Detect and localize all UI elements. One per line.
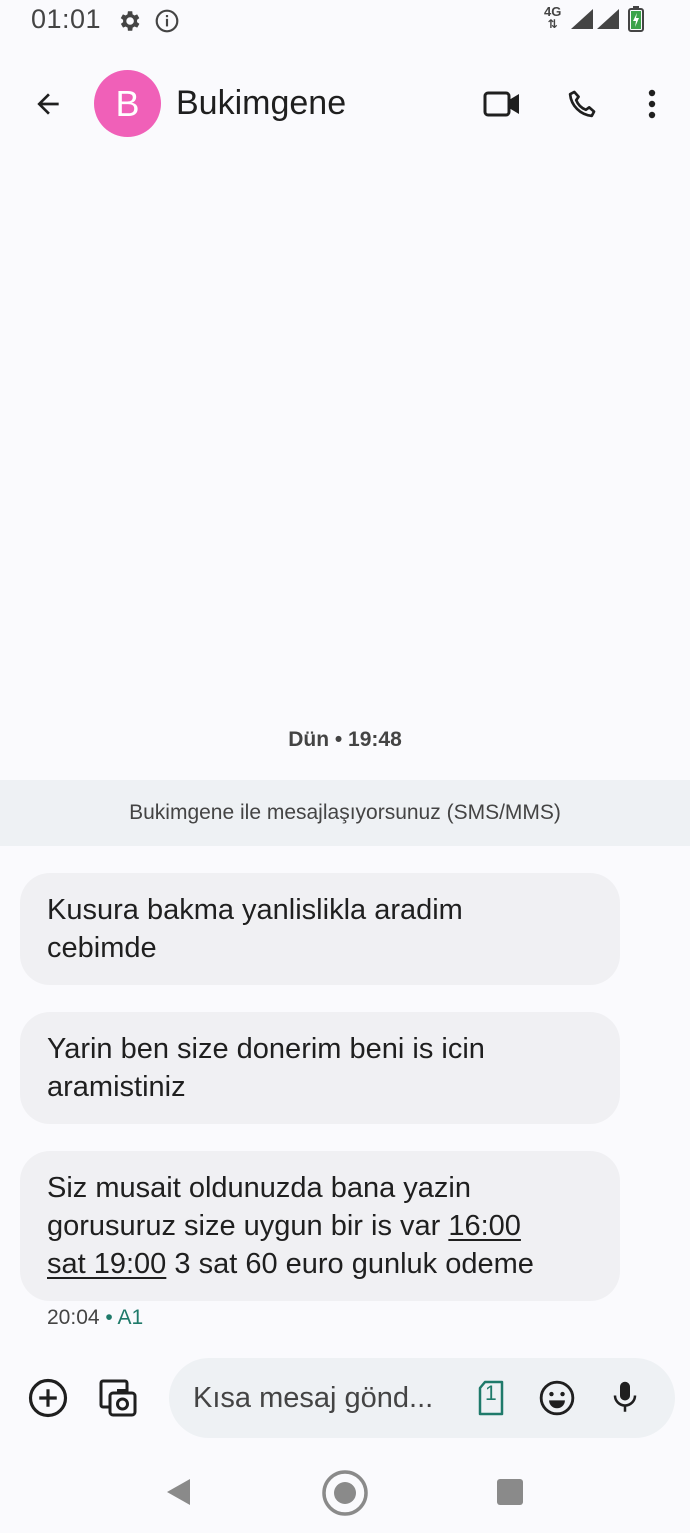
message-text: Kusura bakma yanlislikla aradim — [47, 894, 463, 926]
settings-icon — [116, 8, 142, 34]
mic-icon[interactable] — [603, 1376, 647, 1420]
signal-icon — [596, 8, 620, 30]
time-link[interactable]: sat 19:00 — [47, 1248, 166, 1280]
nav-back-icon[interactable] — [156, 1470, 200, 1514]
sim-label: A1 — [117, 1306, 144, 1329]
sim-number: 1 — [485, 1382, 497, 1405]
battery-charging-icon — [628, 6, 644, 32]
message-text: aramistiniz — [47, 1071, 186, 1103]
message-text: sat 19:00 3 sat 60 euro gunluk odeme — [47, 1248, 534, 1280]
message-text: Yarin ben size donerim beni is icin — [47, 1033, 485, 1065]
time-link[interactable]: 16:00 — [448, 1210, 521, 1242]
compose-bar: 1 — [169, 1358, 675, 1438]
message-text: cebimde — [47, 932, 157, 964]
info-banner: Bukimgene ile mesajlaşıyorsunuz (SMS/MMS… — [0, 780, 690, 846]
nav-home-icon[interactable] — [318, 1466, 372, 1520]
phone-icon[interactable] — [558, 80, 606, 128]
date-separator: Dün • 19:48 — [288, 728, 402, 751]
message-bubble[interactable]: Kusura bakma yanlislikla aradim cebimde — [20, 873, 620, 985]
message-input[interactable] — [193, 1378, 453, 1418]
message-meta: 20:04 • A1 — [47, 1306, 144, 1329]
info-icon — [154, 8, 180, 34]
avatar[interactable]: B — [94, 70, 161, 137]
video-call-icon[interactable] — [478, 80, 526, 128]
message-time: 20:04 — [47, 1306, 100, 1329]
message-text: Siz musait oldunuzda bana yazin — [47, 1172, 471, 1204]
status-time: 01:01 — [31, 4, 102, 34]
back-arrow-icon[interactable] — [24, 80, 72, 128]
message-text: gorusuruz size uygun bir is var 16:00 — [47, 1210, 521, 1242]
emoji-icon[interactable] — [535, 1376, 579, 1420]
nav-recents-icon[interactable] — [488, 1470, 532, 1514]
message-bubble[interactable]: Yarin ben size donerim beni is icin aram… — [20, 1012, 620, 1124]
gallery-icon[interactable] — [94, 1374, 142, 1422]
network-type-label: 4G ⇅ — [544, 4, 562, 31]
message-bubble[interactable]: Siz musait oldunuzda bana yazin gorusuru… — [20, 1151, 620, 1301]
sim-card-icon[interactable]: 1 — [469, 1376, 513, 1420]
contact-name[interactable]: Bukimgene — [176, 84, 346, 123]
more-vert-icon[interactable] — [630, 80, 674, 128]
add-circle-icon[interactable] — [24, 1374, 72, 1422]
signal-icon — [570, 8, 594, 30]
